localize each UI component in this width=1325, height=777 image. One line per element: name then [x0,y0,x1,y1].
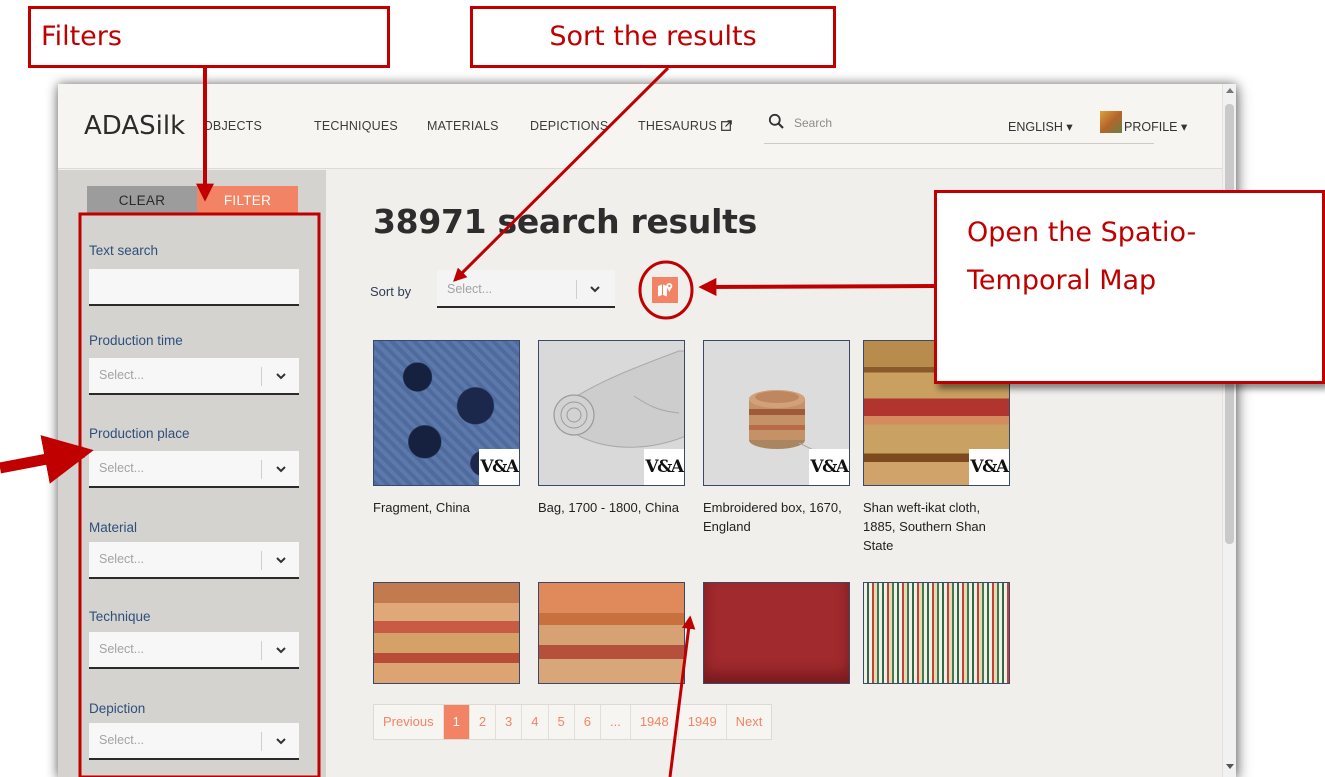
material-select[interactable]: Select... [89,542,299,579]
select-separator [261,367,262,386]
card-image[interactable]: V&A [538,340,685,486]
filter-button[interactable]: FILTER [197,186,298,214]
map-marker-icon [658,282,673,296]
production-time-select[interactable]: Select... [89,358,299,395]
result-card[interactable] [373,582,520,684]
card-image[interactable] [703,582,850,684]
filters-callout-text: Filters [41,21,122,52]
language-selector[interactable]: ENGLISH ▾ [1008,119,1073,134]
pagination-ellipsis: ... [601,705,631,739]
select-placeholder: Select... [99,733,145,747]
result-card[interactable]: V&A Bag, 1700 - 1800, China [538,340,685,517]
va-badge: V&A [969,449,1009,485]
pagination-page-6[interactable]: 6 [575,705,601,739]
production-place-label: Production place [89,426,190,441]
filter-sidebar: CLEAR FILTER Text search Production time… [58,170,326,777]
profile-menu[interactable]: PROFILE ▾ [1124,119,1187,134]
nav-objects[interactable]: OBJECTS [203,119,262,133]
depiction-select[interactable]: Select... [89,723,299,760]
sort-placeholder: Select... [447,282,493,296]
search-bar [764,110,1154,144]
browser-screenshot: ADASilk OBJECTS TECHNIQUES MATERIALS DEP… [58,84,1236,777]
card-title[interactable]: Shan weft-ikat cloth, 1885, Southern Sha… [863,498,1010,555]
result-card[interactable]: V&A Embroidered box, 1670, England [703,340,850,536]
card-image[interactable] [538,582,685,684]
result-card[interactable] [703,582,850,684]
site-logo[interactable]: ADASilk [84,111,185,141]
pagination-page-1948[interactable]: 1948 [631,705,679,739]
va-badge: V&A [809,449,849,485]
nav-depictions[interactable]: DEPICTIONS [530,119,608,133]
pagination-page-5[interactable]: 5 [549,705,575,739]
select-placeholder: Select... [99,461,145,475]
pagination-page-4[interactable]: 4 [522,705,549,739]
card-image[interactable] [863,582,1010,684]
card-title[interactable]: Bag, 1700 - 1800, China [538,498,685,517]
depiction-label: Depiction [89,701,146,716]
page-scrollbar[interactable] [1222,84,1236,777]
external-link-icon [720,120,732,131]
pagination-previous[interactable]: Previous [374,705,444,739]
result-card[interactable] [863,582,1010,684]
map-callout: Open the Spatio- Temporal Map [934,190,1325,384]
card-image[interactable]: V&A [373,340,520,486]
results-heading: 38971 search results [373,202,757,241]
material-label: Material [89,520,138,535]
technique-label: Technique [89,609,151,624]
chevron-down-icon [590,286,600,293]
chevron-down-icon [276,373,286,380]
production-time-label: Production time [89,333,183,348]
scroll-up-icon[interactable] [1226,88,1234,93]
sort-by-label: Sort by [370,284,412,299]
filters-callout: Filters [28,6,390,68]
card-title[interactable]: Fragment, China [373,498,520,517]
sort-callout-text: Sort the results [549,21,757,52]
result-card[interactable] [538,582,685,684]
result-card[interactable]: V&A Fragment, China [373,340,520,517]
search-input[interactable] [794,112,994,134]
map-callout-line-1: Open the Spatio- [967,217,1197,248]
pagination-page-2[interactable]: 2 [470,705,497,739]
pagination-page-3[interactable]: 3 [496,705,523,739]
pagination-page-1949[interactable]: 1949 [679,705,727,739]
chevron-down-icon [276,738,286,745]
select-separator [576,280,577,299]
card-title[interactable]: Embroidered box, 1670, England [703,498,850,536]
select-separator [261,460,262,479]
va-badge: V&A [644,449,684,485]
card-image[interactable] [373,582,520,684]
technique-select[interactable]: Select... [89,632,299,669]
select-separator [261,732,262,751]
top-navigation: ADASilk OBJECTS TECHNIQUES MATERIALS DEP… [58,84,1222,169]
search-icon[interactable] [768,113,785,130]
pagination-page-1[interactable]: 1 [443,705,470,739]
chevron-down-icon [276,647,286,654]
chevron-down-icon [276,557,286,564]
text-search-input[interactable] [89,269,299,306]
profile-avatar[interactable] [1100,111,1122,133]
text-search-label: Text search [89,243,159,258]
pagination-next[interactable]: Next [727,705,772,739]
select-placeholder: Select... [99,552,145,566]
va-badge: V&A [479,449,519,485]
select-placeholder: Select... [99,642,145,656]
scroll-down-icon[interactable] [1226,764,1234,769]
card-image[interactable]: V&A [703,340,850,486]
map-callout-line-2: Temporal Map [967,265,1157,296]
select-separator [261,641,262,660]
chevron-down-icon [276,466,286,473]
spatio-temporal-map-button[interactable] [652,277,678,303]
nav-thesaurus-label: THESAURUS [638,119,717,133]
sort-callout: Sort the results [470,6,836,68]
pagination: Previous 1 2 3 4 5 6 ... 1948 1949 Next [373,704,773,740]
production-place-select[interactable]: Select... [89,451,299,488]
nav-techniques[interactable]: TECHNIQUES [314,119,398,133]
select-separator [261,551,262,570]
sort-select[interactable]: Select... [437,270,615,308]
nav-thesaurus[interactable]: THESAURUS [638,119,732,133]
clear-button[interactable]: CLEAR [87,186,197,214]
select-placeholder: Select... [99,368,145,382]
nav-materials[interactable]: MATERIALS [427,119,499,133]
